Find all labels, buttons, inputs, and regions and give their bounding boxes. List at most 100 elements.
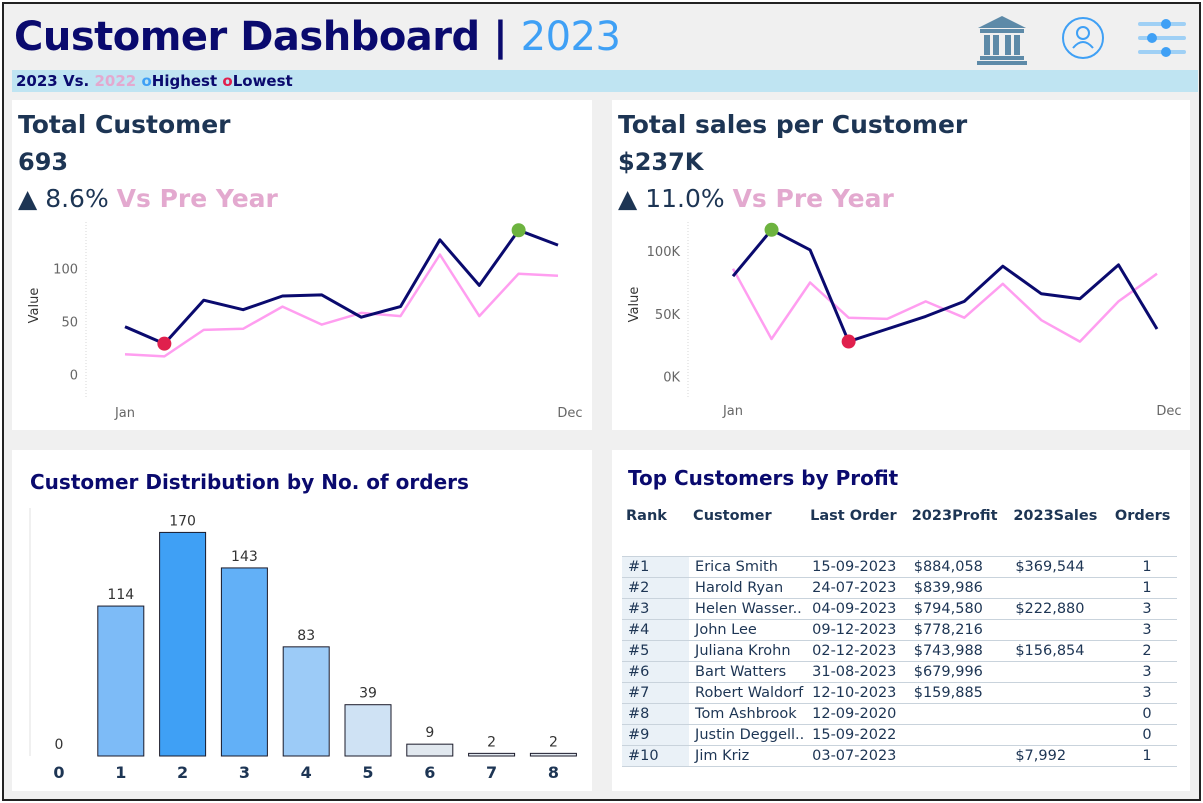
col-last-order-header[interactable]: Last Order <box>806 500 908 548</box>
bar-value-label: 170 <box>169 513 196 529</box>
table-row[interactable]: #7 Robert Waldorf 12-10-2023 $159,885 3 <box>622 682 1177 704</box>
sales-cell: $369,544 <box>1009 556 1111 578</box>
y-tick-label: 0K <box>663 371 680 386</box>
last-order-cell: 12-09-2020 <box>806 703 908 725</box>
up-arrow-icon: ▲ <box>18 184 38 213</box>
last-order-cell: 03-07-2023 <box>806 745 908 767</box>
distribution-title: Customer Distribution by No. of orders <box>30 470 469 494</box>
y-axis-label: Value <box>627 287 642 323</box>
table-row[interactable]: #9 Justin Deggell.. 15-09-2022 0 <box>622 724 1177 746</box>
lowest-point-marker[interactable] <box>841 334 856 349</box>
top-customers-title: Top Customers by Profit <box>628 466 899 490</box>
orders-cell: 1 <box>1110 577 1177 599</box>
kpi-customers-value: 693 <box>18 148 69 176</box>
x-tick-label: Jan <box>114 406 135 421</box>
bar-value-label: 0 <box>55 737 64 753</box>
legend-current: 2023 <box>16 72 58 90</box>
profit-cell: $839,986 <box>907 577 1010 599</box>
rank-cell: #1 <box>622 556 690 578</box>
page-title: Customer Dashboard | 2023 <box>14 14 621 60</box>
bar-category-label: 4 <box>301 763 312 782</box>
rank-cell: #8 <box>622 703 690 725</box>
rank-cell: #6 <box>622 661 690 683</box>
table-row[interactable]: #5 Juliana Krohn 02-12-2023 $743,988 $156,85… <box>622 640 1177 662</box>
orders-cell: 3 <box>1110 619 1177 641</box>
col-customer-header[interactable]: Customer <box>689 500 806 548</box>
y-tick-label: 100 <box>53 262 78 277</box>
rank-cell: #7 <box>622 682 690 704</box>
customer-cell: Erica Smith <box>689 556 807 578</box>
lowest-point-marker[interactable] <box>157 336 172 351</box>
table-row[interactable]: #8 Tom Ashbrook 12-09-2020 0 <box>622 703 1177 725</box>
table-row[interactable]: #1 Erica Smith 15-09-2023 $884,058 $369,544 1 <box>622 556 1177 578</box>
orders-cell: 0 <box>1110 724 1177 746</box>
total-sales-panel: Total sales per Customer $237K ▲ 11.0% V… <box>612 100 1190 430</box>
sales-cell: $222,880 <box>1009 598 1111 620</box>
customer-cell: Bart Watters <box>689 661 807 683</box>
last-order-cell: 04-09-2023 <box>806 598 908 620</box>
table-row[interactable]: #4 John Lee 09-12-2023 $778,216 3 <box>622 619 1177 641</box>
distribution-bar[interactable] <box>282 646 330 757</box>
customer-cell: Helen Wasser.. <box>689 598 807 620</box>
distribution-panel: Customer Distribution by No. of orders 0… <box>12 450 592 791</box>
distribution-bar[interactable] <box>529 752 577 757</box>
profit-cell: $778,216 <box>907 619 1010 641</box>
y-tick-label: 100K <box>647 245 681 260</box>
sales-cell: $7,992 <box>1009 745 1111 767</box>
sales-cell <box>1009 703 1111 725</box>
col-sales-header[interactable]: 2023Sales <box>1009 500 1111 548</box>
legend-lowest: Lowest <box>232 72 293 90</box>
profit-cell: $884,058 <box>907 556 1010 578</box>
profit-cell: $159,885 <box>907 682 1010 704</box>
last-order-cell: 31-08-2023 <box>806 661 908 683</box>
orders-cell: 0 <box>1110 703 1177 725</box>
profit-cell <box>907 745 1010 767</box>
bank-icon[interactable] <box>974 14 1030 66</box>
table-row[interactable]: #6 Bart Watters 31-08-2023 $679,996 3 <box>622 661 1177 683</box>
bar-value-label: 143 <box>231 549 258 565</box>
kpi-customers-vs-label: Vs Pre Year <box>116 184 278 213</box>
rank-cell: #9 <box>622 724 690 746</box>
bar-category-label: 8 <box>548 763 559 782</box>
distribution-bar[interactable] <box>468 752 516 757</box>
top-customers-panel: Top Customers by Profit Rank Customer La… <box>612 450 1190 791</box>
last-order-cell: 15-09-2023 <box>806 556 908 578</box>
customer-cell: Justin Deggell.. <box>689 724 807 746</box>
sales-cell <box>1009 577 1111 599</box>
rank-cell: #2 <box>622 577 690 599</box>
orders-cell: 3 <box>1110 682 1177 704</box>
sliders-icon[interactable] <box>1136 14 1192 66</box>
table-row[interactable]: #10 Jim Kriz 03-07-2023 $7,992 1 <box>622 745 1177 767</box>
last-order-cell: 12-10-2023 <box>806 682 908 704</box>
distribution-bar[interactable] <box>220 567 268 757</box>
col-orders-header[interactable]: Orders <box>1111 500 1177 548</box>
profit-cell <box>907 703 1010 725</box>
highest-point-marker[interactable] <box>511 223 526 238</box>
bar-category-label: 3 <box>239 763 250 782</box>
previous-year-line <box>731 268 1158 343</box>
rank-cell: #5 <box>622 640 690 662</box>
customer-cell: Tom Ashbrook <box>689 703 807 725</box>
customer-cell: Robert Waldorf <box>689 682 807 704</box>
sales-cell <box>1009 724 1111 746</box>
user-icon[interactable] <box>1056 14 1112 66</box>
y-axis-label: Value <box>27 288 42 324</box>
last-order-cell: 09-12-2023 <box>806 619 908 641</box>
top-customers-table: Rank Customer Last Order 2023Profit 2023… <box>622 500 1177 767</box>
distribution-bar[interactable] <box>97 605 145 757</box>
table-row[interactable]: #2 Harold Ryan 24-07-2023 $839,986 1 <box>622 577 1177 599</box>
col-profit-header[interactable]: 2023Profit <box>908 500 1010 548</box>
kpi-customers-title: Total Customer <box>18 110 231 139</box>
distribution-bar[interactable] <box>159 531 207 757</box>
distribution-bar[interactable] <box>344 704 392 757</box>
col-rank-header[interactable]: Rank <box>622 500 689 548</box>
y-tick-label: 0 <box>70 368 78 383</box>
bar-value-label: 83 <box>297 628 315 644</box>
distribution-bar[interactable] <box>406 743 454 757</box>
current-year-line <box>731 228 1159 344</box>
sales-cell <box>1009 619 1111 641</box>
bar-value-label: 9 <box>425 725 434 741</box>
highest-point-marker[interactable] <box>764 222 779 237</box>
table-row[interactable]: #3 Helen Wasser.. 04-09-2023 $794,580 $222,8… <box>622 598 1177 620</box>
sales-line-chart: 0K 50K 100K Value Jan Dec <box>627 220 1182 419</box>
